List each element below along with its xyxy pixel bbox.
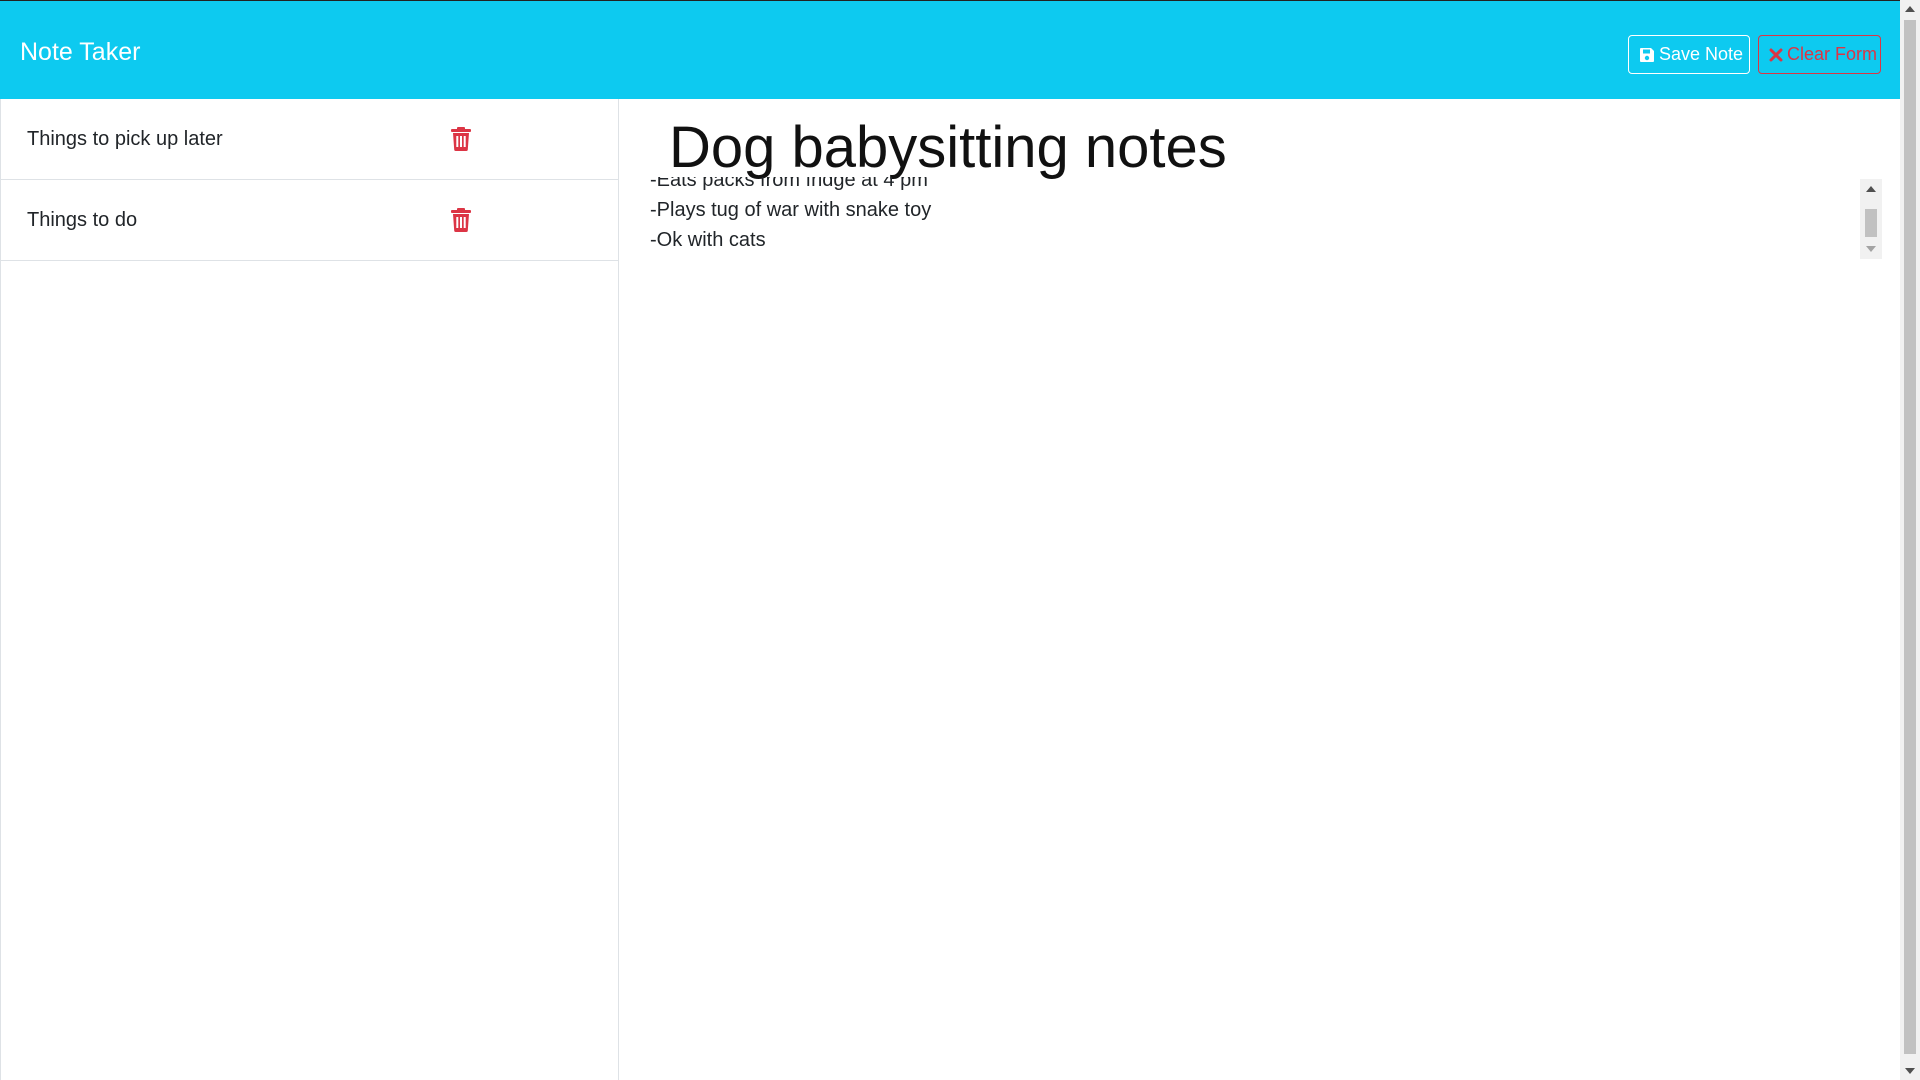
save-note-label: Save Note xyxy=(1659,44,1744,64)
save-note-button[interactable]: Save Note xyxy=(1628,35,1750,74)
note-body-line: -Plays tug of war with snake toy xyxy=(650,199,932,221)
scroll-up-arrow-icon[interactable] xyxy=(1905,6,1915,12)
save-icon xyxy=(1639,46,1655,64)
list-item[interactable]: Things to do xyxy=(1,180,618,261)
note-body-line: -Eats packs from fridge at 4 pm xyxy=(650,177,928,191)
app-title[interactable]: Note Taker xyxy=(20,37,140,67)
close-icon xyxy=(1769,46,1783,64)
list-item[interactable]: Things to pick up later xyxy=(1,99,618,180)
trash-icon[interactable] xyxy=(450,127,472,151)
clear-form-button[interactable]: Clear Form xyxy=(1758,35,1881,74)
page-scrollbar-thumb[interactable] xyxy=(1904,20,1916,1054)
navbar: Note Taker Save Note Clear Form xyxy=(0,0,1900,99)
scroll-down-arrow-icon[interactable] xyxy=(1866,246,1876,252)
scroll-up-arrow-icon[interactable] xyxy=(1866,186,1876,192)
note-body-textarea[interactable]: -Eats packs from fridge at 4 pm -Plays t… xyxy=(650,177,1880,257)
note-body-text: -Eats packs from fridge at 4 pm -Plays t… xyxy=(650,177,1850,255)
note-editor: Dog babysitting notes -Eats packs from f… xyxy=(619,99,1900,1080)
scroll-down-arrow-icon[interactable] xyxy=(1905,1068,1915,1074)
note-title-input[interactable]: Dog babysitting notes xyxy=(650,109,1850,187)
note-body-line: -Ok with cats xyxy=(650,229,766,251)
page-scrollbar[interactable] xyxy=(1900,0,1920,1080)
trash-icon[interactable] xyxy=(450,208,472,232)
note-list: Things to pick up later Things to do xyxy=(0,99,619,1080)
note-list-title: Things to do xyxy=(27,208,138,231)
textarea-scrollbar-thumb[interactable] xyxy=(1865,209,1877,237)
clear-form-label: Clear Form xyxy=(1787,44,1878,64)
page: Note Taker Save Note Clear Form Things t… xyxy=(0,0,1900,1080)
textarea-scrollbar[interactable] xyxy=(1860,179,1882,259)
note-list-title: Things to pick up later xyxy=(27,127,223,150)
